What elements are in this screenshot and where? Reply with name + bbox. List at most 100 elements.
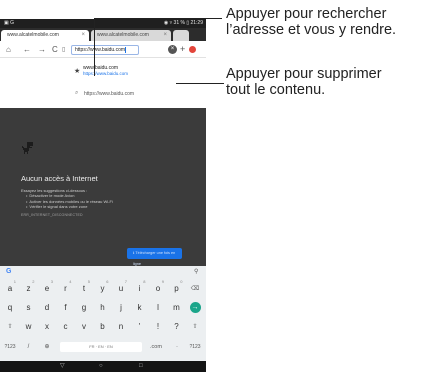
key-hint: 0 — [180, 279, 183, 284]
key-v[interactable]: v — [75, 318, 93, 336]
keyboard-row-1: a1 z2 e3 r4 t5 y6 u7 i8 o9 p0 ⌫ — [0, 279, 206, 298]
star-icon: ★ — [74, 68, 81, 75]
key-t[interactable]: t5 — [75, 279, 93, 298]
close-tab-icon[interactable]: × — [81, 30, 85, 41]
keyboard: G ⚲ a1 z2 e3 r4 t5 y6 u7 i8 o9 p0 ⌫ q s … — [0, 266, 206, 361]
key-y[interactable]: y6 — [94, 279, 112, 298]
error-code: ERR_INTERNET_DISCONNECTED — [21, 213, 83, 217]
key-exclamation[interactable]: ! — [149, 318, 167, 336]
tab-label: www.alcatelmobile.com — [7, 32, 59, 38]
key-f[interactable]: f — [57, 299, 75, 317]
callout-search: Appuyer pour rechercher l’adresse et vou… — [226, 6, 396, 38]
search-icon: ⌕ — [75, 90, 79, 96]
callout-line-search-vertical — [94, 18, 95, 76]
menu-badge-icon[interactable] — [189, 46, 196, 53]
enter-key[interactable]: → — [186, 299, 204, 317]
callout-line-delete — [176, 83, 224, 84]
dinosaur-icon — [22, 142, 33, 154]
key-d[interactable]: d — [38, 299, 56, 317]
tab-strip: www.alcatelmobile.com × www.alcatelmobil… — [0, 28, 206, 41]
key-r[interactable]: r4 — [57, 279, 75, 298]
offline-page: Aucun accès à Internet Essayez les sugge… — [0, 108, 206, 266]
shift-key[interactable]: ⇧ — [1, 318, 19, 336]
key-char: r — [64, 284, 67, 293]
keyboard-toolbar: G ⚲ — [0, 266, 206, 279]
page-info-icon[interactable]: ▯ — [62, 45, 65, 55]
key-char: u — [118, 284, 124, 293]
system-navbar: ▽ ○ □ — [0, 361, 206, 372]
google-logo-icon[interactable]: G — [6, 268, 11, 275]
key-slash[interactable]: / — [20, 338, 38, 356]
tab-active[interactable]: www.alcatelmobile.com × — [1, 30, 89, 41]
microphone-icon[interactable]: ⚲ — [194, 268, 198, 275]
key-hint: 6 — [106, 279, 109, 284]
key-e[interactable]: e3 — [38, 279, 56, 298]
symbols-key-right[interactable]: ?123 — [186, 338, 204, 356]
download-later-button[interactable]: ⭳ Télécharger une fois en ligne — [127, 248, 182, 266]
key-z[interactable]: z2 — [20, 279, 38, 298]
key-q[interactable]: q — [1, 299, 19, 317]
key-hint: 3 — [50, 279, 53, 284]
key-char: t — [82, 284, 86, 293]
key-i[interactable]: i8 — [131, 279, 149, 298]
suggestion-text: https://www.baidu.com — [84, 91, 135, 97]
shift-key-right[interactable]: ⇧ — [186, 318, 204, 336]
nav-recents-icon[interactable]: □ — [139, 361, 143, 372]
dotcom-key[interactable]: .com — [145, 338, 167, 356]
key-hint: 8 — [143, 279, 146, 284]
key-c[interactable]: c — [57, 318, 75, 336]
key-hint: 4 — [69, 279, 72, 284]
tab-inactive[interactable]: www.alcatelmobile.com × — [91, 30, 171, 41]
key-h[interactable]: h — [94, 299, 112, 317]
key-char: p — [174, 284, 179, 293]
status-right: ◉ ▿ 31 % ▯ 21:29 — [163, 20, 203, 26]
key-hint: 1 — [13, 279, 16, 284]
home-icon[interactable]: ⌂ — [6, 41, 11, 58]
key-char: o — [155, 284, 161, 293]
key-char: e — [44, 284, 50, 293]
key-s[interactable]: s — [20, 299, 38, 317]
key-apostrophe[interactable]: ' — [131, 318, 149, 336]
key-g[interactable]: g — [75, 299, 93, 317]
key-hint: 2 — [32, 279, 35, 284]
clear-address-icon[interactable]: × — [168, 45, 177, 54]
text-cursor — [125, 46, 127, 53]
suggestion-bookmark[interactable]: ★ www.baidu.com https://www.baidu.com — [0, 65, 206, 79]
reload-icon[interactable]: C — [52, 41, 58, 58]
key-x[interactable]: x — [38, 318, 56, 336]
symbols-key[interactable]: ?123 — [1, 338, 19, 356]
key-question[interactable]: ? — [168, 318, 186, 336]
globe-icon[interactable]: ⊕ — [38, 338, 56, 356]
key-a[interactable]: a1 — [1, 279, 19, 298]
key-w[interactable]: w — [20, 318, 38, 336]
forward-icon[interactable]: → — [38, 41, 46, 58]
key-b[interactable]: b — [94, 318, 112, 336]
key-hint: 5 — [87, 279, 90, 284]
period-key[interactable]: · — [168, 338, 186, 356]
backspace-key[interactable]: ⌫ — [186, 280, 204, 298]
key-hint: 7 — [124, 279, 127, 284]
key-k[interactable]: k — [131, 299, 149, 317]
keyboard-row-2: q s d f g h j k l m → — [0, 299, 206, 317]
key-j[interactable]: j — [112, 299, 130, 317]
address-text: https://www.baidu.com — [75, 47, 126, 53]
space-bar[interactable]: FR · EN · EN — [60, 342, 142, 352]
address-bar[interactable]: https://www.baidu.com — [71, 45, 139, 55]
key-u[interactable]: u7 — [112, 279, 130, 298]
key-o[interactable]: o9 — [149, 279, 167, 298]
nav-home-icon[interactable]: ○ — [99, 361, 103, 372]
nav-back-icon[interactable]: ▽ — [60, 361, 65, 372]
key-p[interactable]: p0 — [168, 279, 186, 298]
key-char: i — [138, 284, 141, 293]
close-tab-icon[interactable]: × — [163, 30, 167, 41]
status-left: ▣ G — [4, 20, 15, 26]
add-tab-icon[interactable]: + — [180, 41, 185, 58]
new-tab-button[interactable] — [173, 30, 189, 41]
callout-delete-line-2: tout le contenu. — [226, 82, 326, 98]
suggestion-search[interactable]: ⌕ https://www.baidu.com — [0, 90, 206, 101]
key-l[interactable]: l — [149, 299, 167, 317]
back-icon[interactable]: ← — [23, 41, 31, 58]
key-n[interactable]: n — [112, 318, 130, 336]
offline-title: Aucun accès à Internet — [21, 174, 98, 183]
key-m[interactable]: m — [168, 299, 186, 317]
